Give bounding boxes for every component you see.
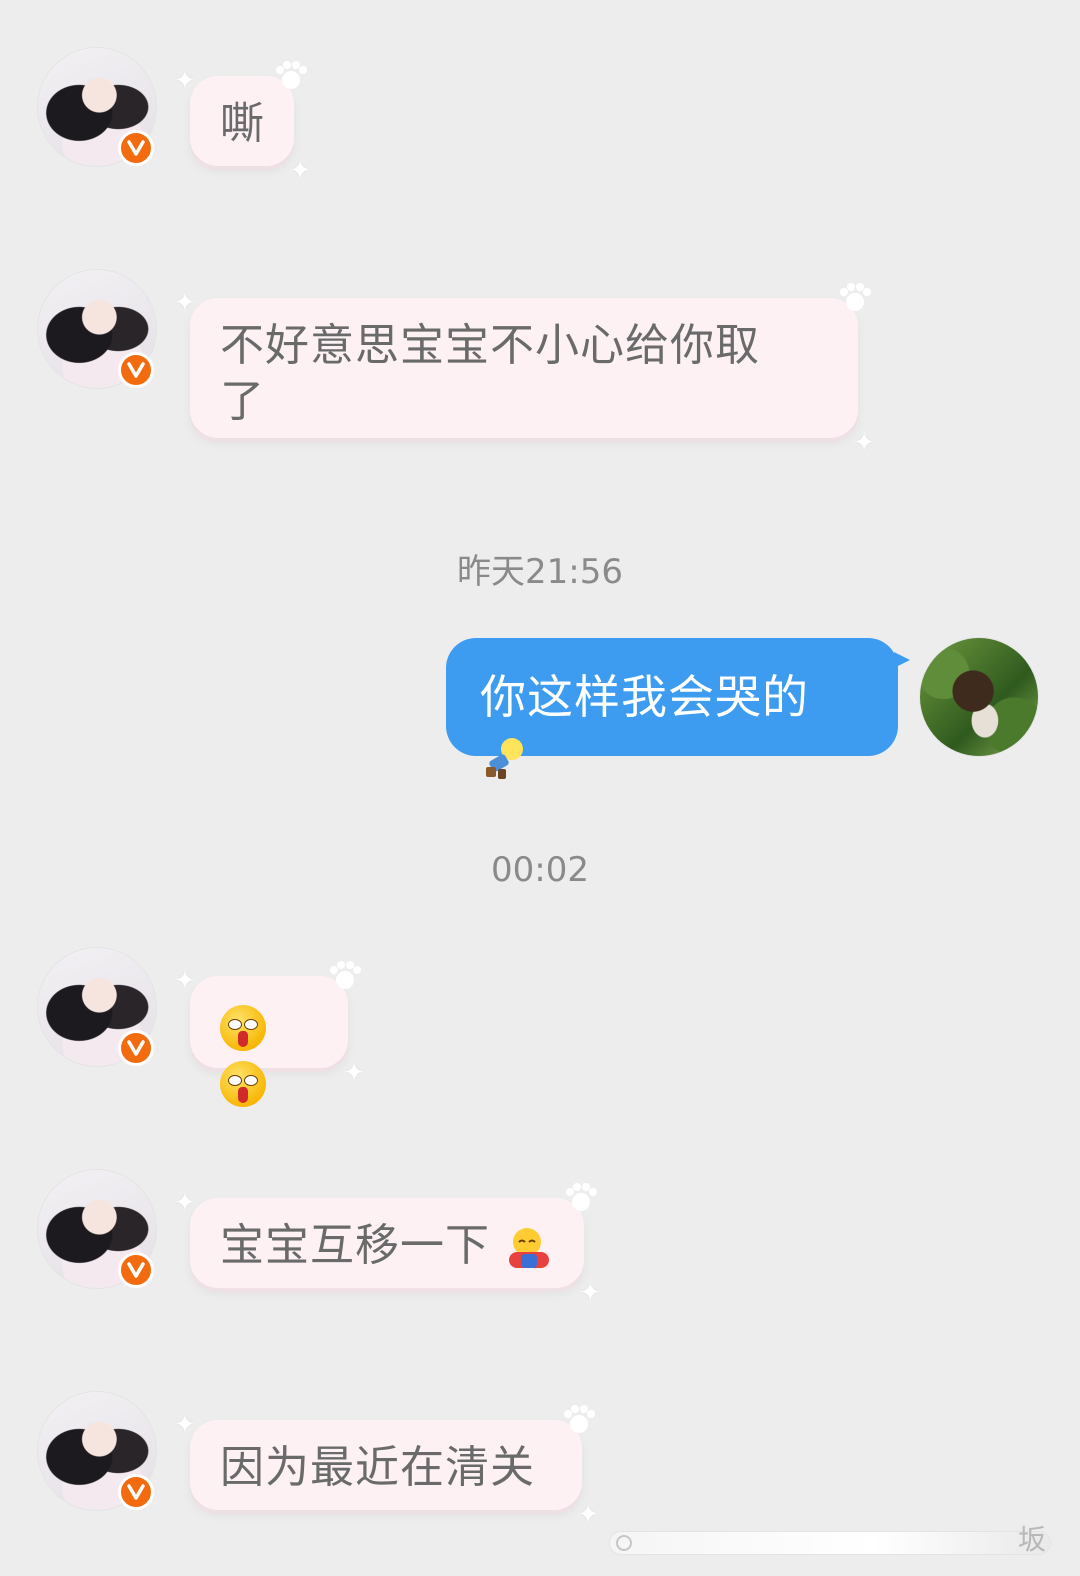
contact-avatar[interactable] — [38, 1170, 156, 1288]
sparkle-icon: ✦ — [174, 1188, 197, 1218]
sparkle-icon: ✦ — [174, 66, 197, 96]
message-timestamp: 00:02 — [491, 850, 589, 890]
bubble-tail — [894, 652, 910, 668]
at-icon — [616, 1535, 632, 1551]
verified-badge-icon — [118, 1030, 154, 1066]
message-bubble-incoming[interactable]: ✦ 宝宝互移一下 ✦ — [174, 1183, 601, 1306]
self-avatar[interactable] — [920, 638, 1038, 756]
bottom-bar-text: 坂 — [1017, 1523, 1046, 1556]
sparkle-icon: ✦ — [289, 156, 312, 186]
sparkle-icon: ✦ — [853, 428, 876, 458]
verified-badge-icon — [118, 352, 154, 388]
contact-avatar[interactable] — [38, 48, 156, 166]
message-text: 嘶 — [220, 98, 265, 149]
contact-avatar[interactable] — [38, 1392, 156, 1510]
paw-icon — [330, 961, 361, 989]
contact-avatar[interactable] — [38, 948, 156, 1066]
verified-badge-icon — [118, 130, 154, 166]
sparkle-icon: ✦ — [579, 1278, 602, 1308]
message-bubble-incoming[interactable]: ✦ 嘶 ✦ — [174, 61, 311, 184]
chat-view: ✦ 嘶 ✦ ✦ 不好意思宝宝不小心给你取了 ✦ 昨天21:56 你这样我会哭的 — [0, 0, 1080, 1576]
verified-badge-icon — [118, 1474, 154, 1510]
message-text: 不好意思宝宝不小心给你取了 — [220, 320, 760, 427]
hug-face-emoji-icon — [505, 1224, 553, 1272]
sparkle-icon: ✦ — [174, 1410, 197, 1440]
paw-icon — [840, 283, 871, 311]
lightbulb-person-emoji-icon — [480, 735, 528, 783]
sparkle-icon: ✦ — [174, 966, 197, 996]
paw-icon — [564, 1405, 595, 1433]
sparkle-icon: ✦ — [174, 288, 197, 318]
sparkle-icon: ✦ — [343, 1058, 366, 1088]
nosebleed-face-icon — [220, 1061, 266, 1107]
avatar-image — [920, 638, 1038, 756]
verified-badge-icon — [118, 1252, 154, 1288]
sparkle-icon: ✦ — [577, 1500, 600, 1530]
message-bubble-incoming[interactable]: ✦ 因为最近在清关 ✦ — [174, 1405, 599, 1528]
message-bubble-incoming[interactable]: ✦ 不好意思宝宝不小心给你取了 ✦ — [174, 283, 875, 456]
bottom-input-hint-bar[interactable]: 坂 — [610, 1523, 1050, 1556]
message-bubble-incoming[interactable]: ✦ ✦ — [174, 961, 365, 1107]
paw-icon — [566, 1183, 597, 1211]
message-timestamp: 昨天21:56 — [457, 552, 623, 592]
contact-avatar[interactable] — [38, 270, 156, 388]
message-text: 宝宝互移一下 — [220, 1220, 490, 1271]
message-bubble-outgoing[interactable]: 你这样我会哭的 — [446, 638, 910, 779]
message-text: 因为最近在清关 — [220, 1442, 535, 1493]
paw-icon — [276, 61, 307, 89]
message-text: 你这样我会哭的 — [480, 670, 809, 724]
nosebleed-face-icon — [220, 1005, 266, 1051]
